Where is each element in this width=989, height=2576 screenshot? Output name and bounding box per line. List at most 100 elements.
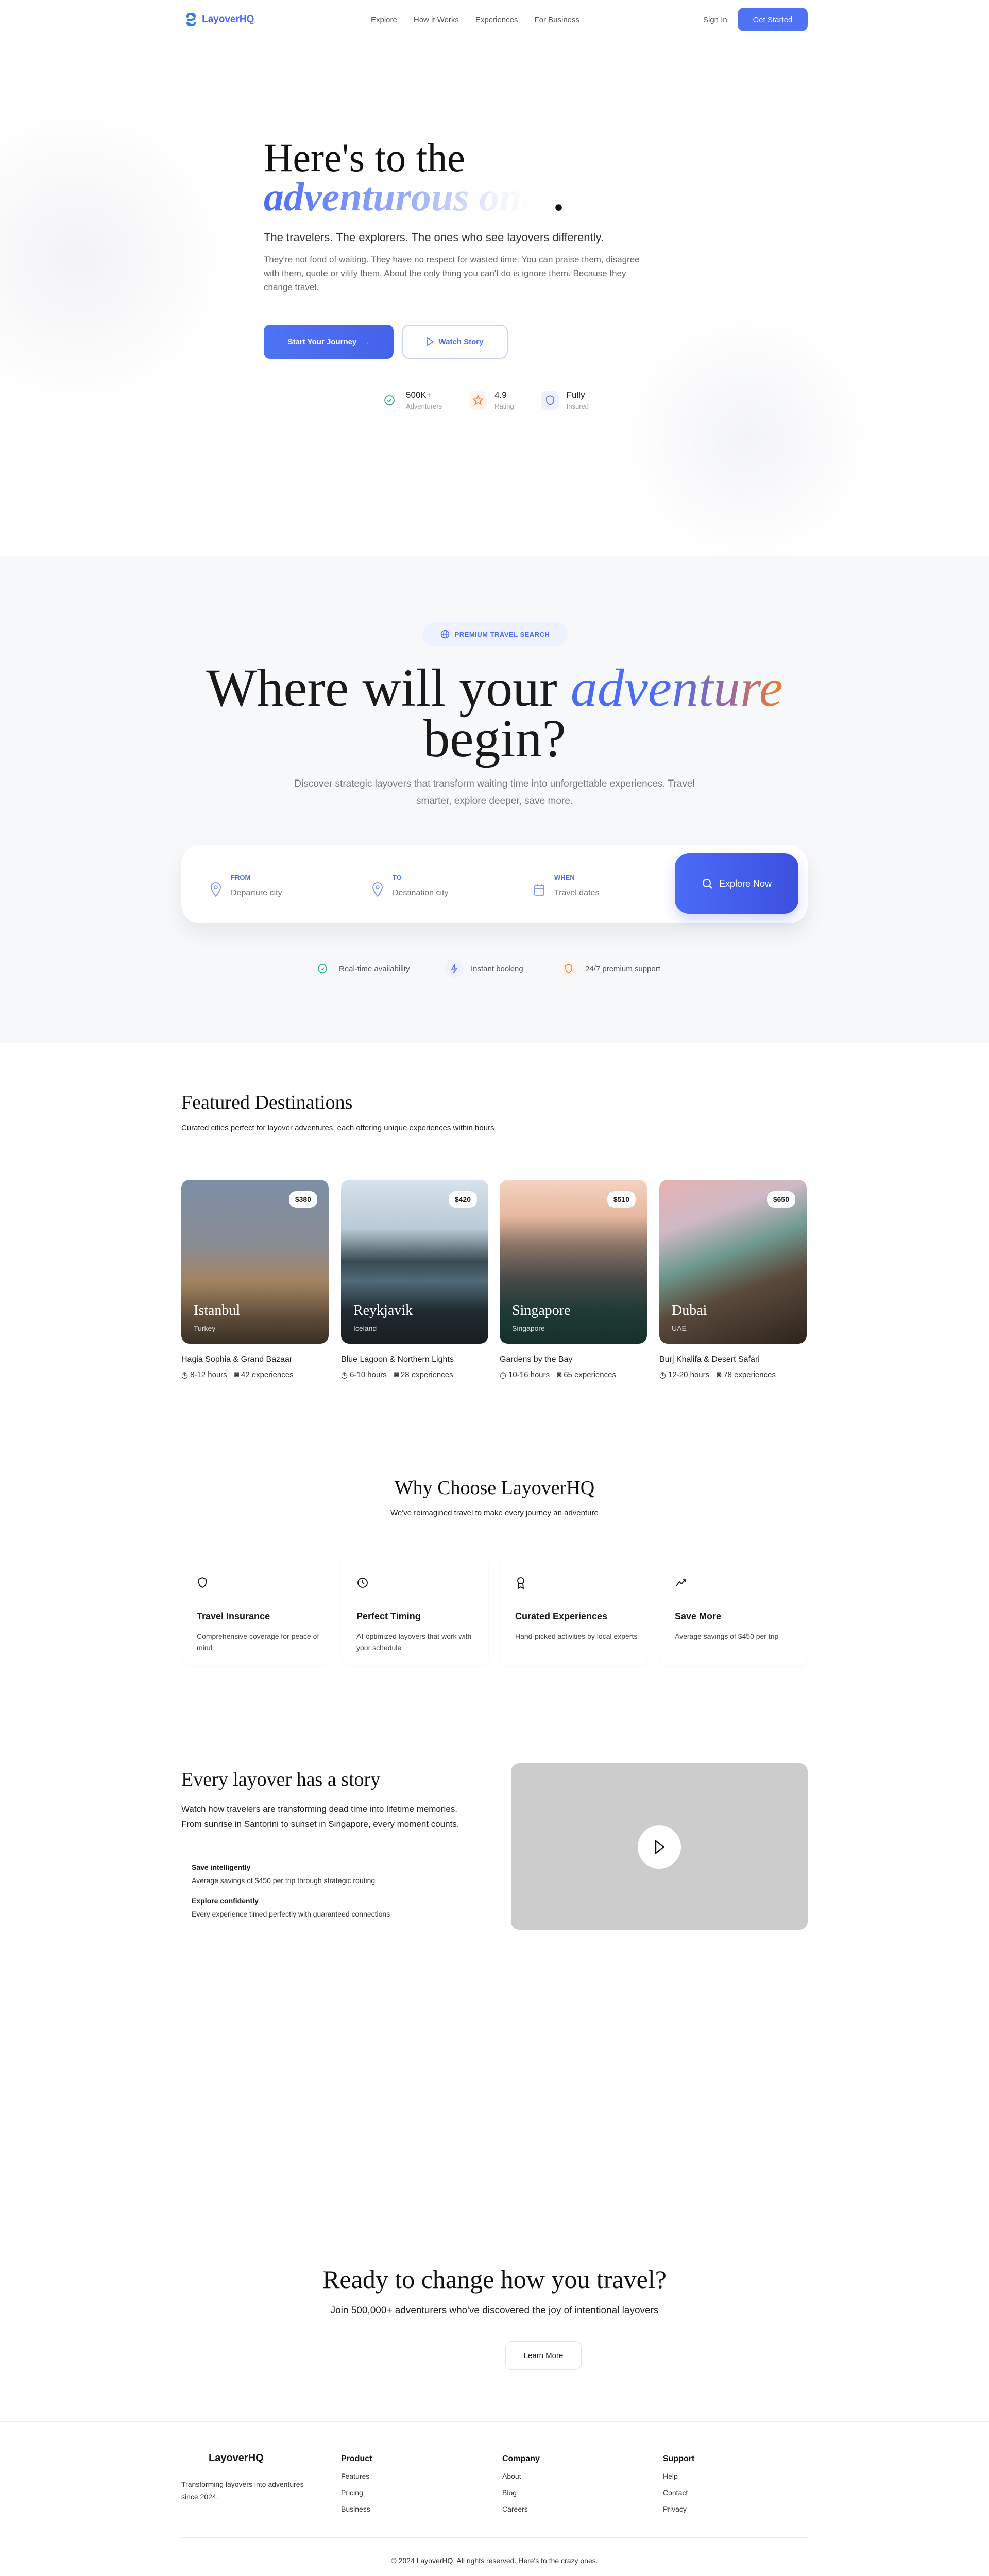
experience-count: 78 experiences: [723, 1370, 776, 1379]
watch-story-label: Watch Story: [438, 337, 484, 346]
card-desc: Average savings of $450 per trip: [675, 1632, 779, 1640]
destination-card-singapore[interactable]: $510 Singapore Singapore: [500, 1180, 647, 1344]
destination-highlight: Burj Khalifa & Desert Safari: [659, 1355, 760, 1364]
nav-link-explore[interactable]: Explore: [371, 15, 397, 24]
footer-tagline: Transforming layovers into adventures si…: [181, 2480, 304, 2501]
hero-heading-line2: adventurous ones.: [264, 174, 565, 219]
point-desc: Average savings of $450 per trip through…: [192, 1876, 376, 1885]
city-name: Istanbul: [194, 1302, 241, 1318]
footer-link[interactable]: Features: [341, 2472, 372, 2480]
footer-divider: [0, 2421, 989, 2422]
footer-link[interactable]: Help: [663, 2472, 694, 2480]
shield-icon: [198, 1577, 207, 1588]
top-nav: LayoverHQ Explore How it Works Experienc…: [0, 0, 989, 41]
nav-link-how-it-works[interactable]: How it Works: [414, 15, 459, 24]
footer-link[interactable]: Privacy: [663, 2505, 694, 2513]
logo-icon: [186, 12, 196, 27]
clock-icon: ◷: [500, 1371, 507, 1380]
clock-icon: ◷: [659, 1371, 667, 1380]
star-icon: [469, 391, 488, 410]
start-journey-button[interactable]: Start Your Journey →: [264, 325, 394, 359]
footer-link[interactable]: About: [502, 2472, 540, 2480]
stat-value: Fully: [566, 390, 585, 400]
learn-more-button[interactable]: Learn More: [505, 2341, 582, 2370]
destination-card-reykjavik[interactable]: $420 Reykjavik Iceland: [341, 1180, 488, 1344]
point-title: Explore confidently: [192, 1896, 259, 1905]
card-title: Perfect Timing: [356, 1611, 421, 1621]
clock-icon: [357, 1578, 368, 1588]
when-field[interactable]: WHEN: [534, 874, 661, 898]
footer-link[interactable]: Contact: [663, 2488, 694, 2497]
card-title: Travel Insurance: [197, 1611, 270, 1621]
cta-title: Ready to change how you travel?: [322, 2265, 667, 2294]
stat-label: Adventurers: [406, 402, 442, 410]
search-description: Discover strategic layovers that transfo…: [294, 778, 695, 806]
destination-highlight: Blue Lagoon & Northern Lights: [341, 1355, 454, 1364]
from-input[interactable]: [231, 889, 337, 898]
country-name: UAE: [672, 1324, 687, 1332]
play-icon: [655, 1839, 664, 1855]
search-icon: [702, 879, 712, 889]
cta-subtitle: Join 500,000+ adventurers who've discove…: [330, 2305, 659, 2316]
duration: 6-10 hours: [350, 1370, 387, 1379]
nav-link-for-business[interactable]: For Business: [534, 15, 579, 24]
why-card-save: Save More Average savings of $450 per tri…: [659, 1553, 807, 1666]
experience-count: 42 experiences: [241, 1370, 294, 1379]
trending-up-icon: [676, 1579, 686, 1586]
feature-realtime: Real-time availability: [313, 959, 410, 978]
footer-link[interactable]: Blog: [502, 2488, 540, 2497]
footer-link[interactable]: Careers: [502, 2505, 540, 2513]
duration: 12-20 hours: [668, 1370, 710, 1379]
stat-value: 500K+: [406, 390, 432, 400]
badge-label: PREMIUM TRAVEL SEARCH: [454, 630, 550, 638]
why-title: Why Choose LayoverHQ: [394, 1477, 595, 1499]
story-paragraph: Watch how travelers are transforming dea…: [181, 1804, 459, 1829]
copyright: © 2024 LayoverHQ. All rights reserved. H…: [391, 2556, 598, 2565]
point-desc: Every experience timed perfectly with gu…: [192, 1910, 390, 1918]
nav-links: Explore How it Works Experiences For Bus…: [371, 15, 579, 24]
premium-search-badge: PREMIUM TRAVEL SEARCH: [422, 622, 568, 646]
destination-card-istanbul[interactable]: $380 Istanbul Turkey: [181, 1180, 329, 1344]
footer-col-company: Company About Blog Careers: [502, 2454, 540, 2513]
destination-highlight: Gardens by the Bay: [500, 1355, 573, 1364]
stat-insured: Fully Insured: [540, 390, 589, 410]
search-heading-line2: begin?: [423, 709, 566, 768]
footer-col-title: Support: [663, 2454, 695, 2463]
camera-icon: ◙: [234, 1370, 239, 1379]
when-input[interactable]: [554, 889, 661, 898]
clock-icon: ◷: [341, 1371, 348, 1380]
brand-logo[interactable]: LayoverHQ: [185, 12, 254, 27]
destination-card-dubai[interactable]: $650 Dubai UAE: [659, 1180, 807, 1344]
heading-accent: adventure: [570, 658, 783, 718]
explore-now-label: Explore Now: [719, 878, 772, 889]
card-desc: Comprehensive coverage for peace of mind: [197, 1632, 319, 1652]
footer-link[interactable]: Business: [341, 2505, 372, 2513]
destination-meta: ◷ 12-20 hours ◙ 78 experiences: [659, 1370, 776, 1380]
clock-icon: ◷: [181, 1371, 189, 1380]
get-started-button[interactable]: Get Started: [738, 8, 808, 31]
video-play-button[interactable]: [638, 1825, 681, 1869]
explore-now-button[interactable]: Explore Now: [675, 853, 798, 914]
hero-heading-line1: Here's to the: [264, 135, 465, 180]
watch-story-button[interactable]: Watch Story: [402, 325, 508, 359]
story-video[interactable]: [511, 1763, 808, 1930]
footer-col-product: Product Features Pricing Business: [341, 2454, 372, 2513]
nav-link-experiences[interactable]: Experiences: [475, 15, 518, 24]
card-title: Save More: [675, 1611, 722, 1621]
destination-meta: ◷ 8-12 hours ◙ 42 experiences: [181, 1370, 294, 1380]
award-icon: [517, 1577, 524, 1589]
to-input[interactable]: [393, 889, 499, 898]
map-pin-icon: [372, 882, 383, 897]
duration: 8-12 hours: [190, 1370, 227, 1379]
destination-meta: ◷ 10-16 hours ◙ 65 experiences: [500, 1370, 616, 1380]
lightning-icon: [445, 959, 464, 978]
to-field[interactable]: TO: [372, 874, 499, 898]
shield-icon: [540, 391, 559, 410]
feature-instant-booking: Instant booking: [445, 959, 523, 978]
camera-icon: ◙: [394, 1370, 399, 1379]
footer-col-title: Product: [341, 2454, 372, 2463]
footer-link[interactable]: Pricing: [341, 2488, 372, 2497]
from-field[interactable]: FROM: [210, 874, 337, 898]
experience-count: 28 experiences: [400, 1370, 453, 1379]
sign-in-link[interactable]: Sign In: [703, 15, 727, 24]
